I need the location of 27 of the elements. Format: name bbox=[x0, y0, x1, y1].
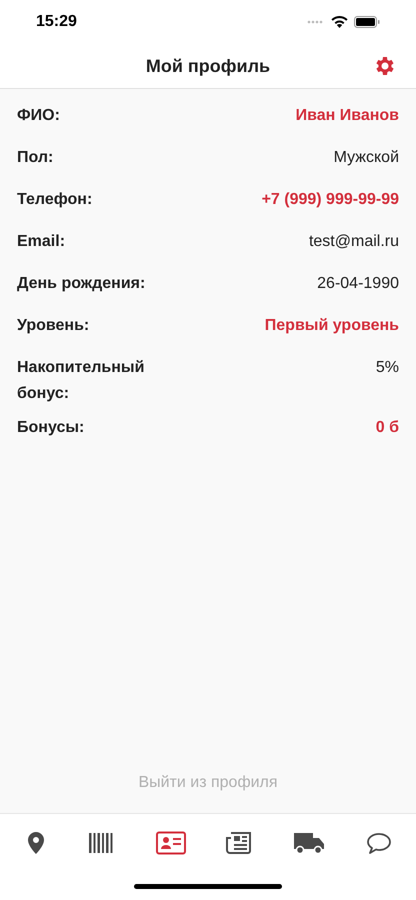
field-value: Мужской bbox=[334, 148, 399, 168]
truck-icon[interactable] bbox=[292, 831, 325, 855]
battery-icon bbox=[354, 16, 380, 28]
barcode-icon[interactable] bbox=[88, 831, 115, 855]
field-value: Первый уровень bbox=[264, 316, 399, 336]
field-label: Накопительный бонус: bbox=[17, 358, 146, 404]
field-value: 5% bbox=[376, 358, 399, 378]
status-time: 15:29 bbox=[36, 12, 77, 32]
signal-dots-icon bbox=[307, 20, 325, 24]
field-label: Телефон: bbox=[17, 190, 94, 210]
field-label: Уровень: bbox=[17, 316, 90, 336]
field-label: ФИО: bbox=[17, 106, 61, 126]
field-value: Иван Иванов bbox=[296, 106, 399, 126]
logout-button[interactable]: Выйти из профиля bbox=[138, 771, 278, 795]
field-label: Пол: bbox=[17, 148, 54, 168]
field-value: 0 б bbox=[376, 418, 399, 438]
field-value: 26-04-1990 bbox=[317, 274, 399, 294]
page-title: Мой профиль bbox=[146, 54, 270, 78]
id-card-icon[interactable] bbox=[156, 831, 186, 855]
newspaper-icon[interactable] bbox=[226, 831, 252, 855]
field-value: test@mail.ru bbox=[308, 232, 399, 252]
field-value: +7 (999) 999-99-99 bbox=[262, 190, 399, 210]
wifi-icon bbox=[331, 16, 348, 28]
field-label: Email: bbox=[17, 232, 66, 252]
field-label: Бонусы: bbox=[17, 418, 86, 438]
speech-bubble-icon[interactable] bbox=[366, 831, 392, 855]
field-label: День рождения: bbox=[17, 274, 146, 294]
